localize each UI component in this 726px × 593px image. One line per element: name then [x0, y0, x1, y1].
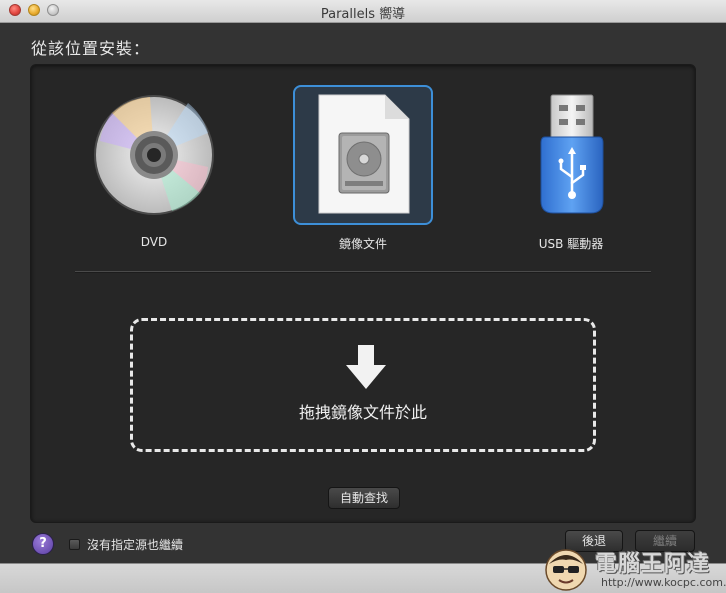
auto-find-button[interactable]: 自動查找	[328, 487, 400, 509]
window-title: Parallels 嚮導	[320, 7, 406, 22]
dvd-disc-icon	[94, 95, 214, 215]
drop-zone-text: 拖拽鏡像文件於此	[298, 403, 427, 422]
source-label: DVD	[140, 235, 168, 249]
mascot-logo-icon	[545, 549, 587, 591]
down-arrow-icon	[346, 345, 386, 389]
install-source-heading: 從該位置安裝：	[31, 39, 151, 58]
continue-without-source-label[interactable]: 沒有指定源也繼續	[87, 536, 183, 553]
source-option-image-file[interactable]: 鏡像文件	[293, 85, 433, 265]
disk-image-file-icon	[318, 94, 410, 214]
title-bar: Parallels 嚮導	[0, 0, 726, 23]
watermark-url: http://www.kocpc.com.tw	[601, 576, 726, 589]
usb-drive-icon	[540, 94, 604, 214]
help-icon[interactable]: ?	[32, 533, 54, 555]
wizard-window: Parallels 嚮導 從該位置安裝： DVD 鏡像文件 USB 驅動器 拖拽…	[0, 0, 726, 593]
image-drop-zone[interactable]: 拖拽鏡像文件於此	[130, 318, 596, 452]
watermark: 電腦王阿達 http://www.kocpc.com.tw	[543, 532, 726, 593]
source-label: USB 驅動器	[538, 237, 604, 251]
source-option-dvd[interactable]: DVD	[84, 85, 224, 265]
section-divider	[75, 271, 651, 273]
source-option-usb-drive[interactable]: USB 驅動器	[501, 85, 641, 265]
source-label: 鏡像文件	[338, 237, 387, 251]
source-panel: DVD 鏡像文件 USB 驅動器 拖拽鏡像文件於此 自動查找	[30, 64, 696, 523]
watermark-title: 電腦王阿達	[595, 552, 711, 577]
continue-without-source-checkbox[interactable]	[69, 539, 80, 550]
